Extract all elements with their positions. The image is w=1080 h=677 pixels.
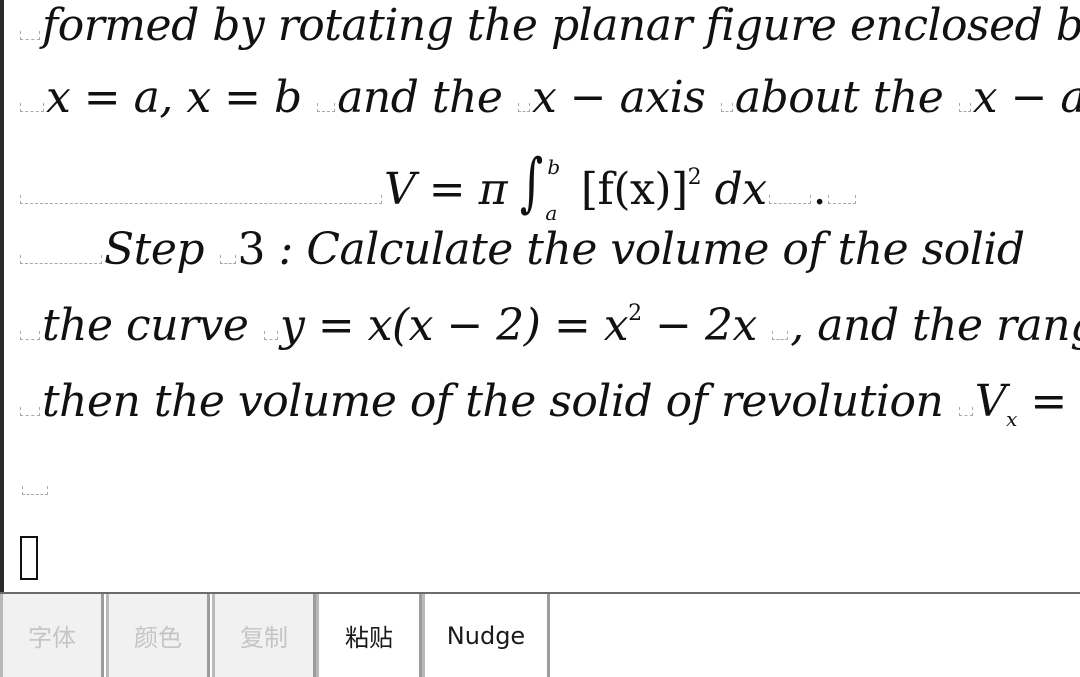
copy-button[interactable]: 复制 [212, 594, 316, 677]
line4-step-number: 3 [237, 224, 266, 275]
formula-lhs: V = π [384, 164, 508, 215]
line4-text: : Calculate the volume of the solid [278, 224, 1026, 275]
copy-button-label: 复制 [240, 624, 288, 652]
text-cursor[interactable] [20, 536, 38, 580]
font-button[interactable]: 字体 [0, 594, 104, 677]
text-line-4: Step 3 : Calculate the volume of the sol… [18, 224, 1025, 275]
line6-v: V [974, 376, 1007, 427]
line5-minus-2x: − 2x [641, 300, 757, 351]
line2-x-axis-2: x − axis [972, 72, 1080, 123]
text-line-1: formed by rotating the planar figure enc… [18, 0, 1080, 51]
line6-text: then the volume of the solid of revoluti… [42, 376, 944, 427]
line5-equation: y = x(x − 2) = x [279, 300, 629, 351]
line2-x-eq-a: x = a [46, 72, 160, 123]
formula-exponent: 2 [687, 165, 702, 190]
integral-upper-limit: b [547, 154, 560, 179]
bottom-toolbar: 字体 颜色 复制 粘贴 Nudge [0, 592, 1080, 677]
text-line-5: the curve y = x(x − 2) = x2 − 2x , and t… [18, 300, 1080, 351]
paste-button[interactable]: 粘贴 [316, 594, 422, 677]
math-editor-canvas[interactable]: formed by rotating the planar figure enc… [0, 0, 1080, 592]
integral-lower-limit: a [545, 200, 557, 225]
text-line-6: then the volume of the solid of revoluti… [18, 376, 1067, 431]
line5-the-curve: the curve [42, 300, 249, 351]
line1-text: formed by rotating the planar figure enc… [42, 0, 1080, 51]
color-button[interactable]: 颜色 [106, 594, 210, 677]
line5-exponent: 2 [628, 301, 642, 326]
integral-sign-icon: ∫ [519, 146, 543, 220]
line4-step: Step [104, 224, 205, 275]
text-line-2: x = a, x = b and the x − axis about the … [18, 72, 1080, 123]
empty-line-placeholder [20, 486, 50, 495]
nudge-button[interactable]: Nudge [422, 594, 550, 677]
formula-period: . [812, 164, 827, 215]
line5-range: , and the range [790, 300, 1080, 351]
line2-x-axis-1: x − axis [531, 72, 706, 123]
line2-and-the: and the [337, 72, 503, 123]
formula-body: [f(x)] [580, 164, 688, 215]
color-button-label: 颜色 [134, 624, 182, 652]
integral-limits: ba [541, 155, 567, 225]
line6-equals: = [1016, 376, 1067, 427]
line2-x-eq-b: , x = b [159, 72, 302, 123]
font-button-label: 字体 [28, 624, 76, 652]
line6-subscript: x [1006, 407, 1017, 431]
paste-button-label: 粘贴 [345, 624, 393, 652]
line2-about-the: about the [734, 72, 944, 123]
formula-line: V = π ∫ b a [f(x)]2 dx. [18, 146, 858, 225]
nudge-button-label: Nudge [446, 621, 526, 650]
formula-dx: dx [714, 164, 767, 215]
